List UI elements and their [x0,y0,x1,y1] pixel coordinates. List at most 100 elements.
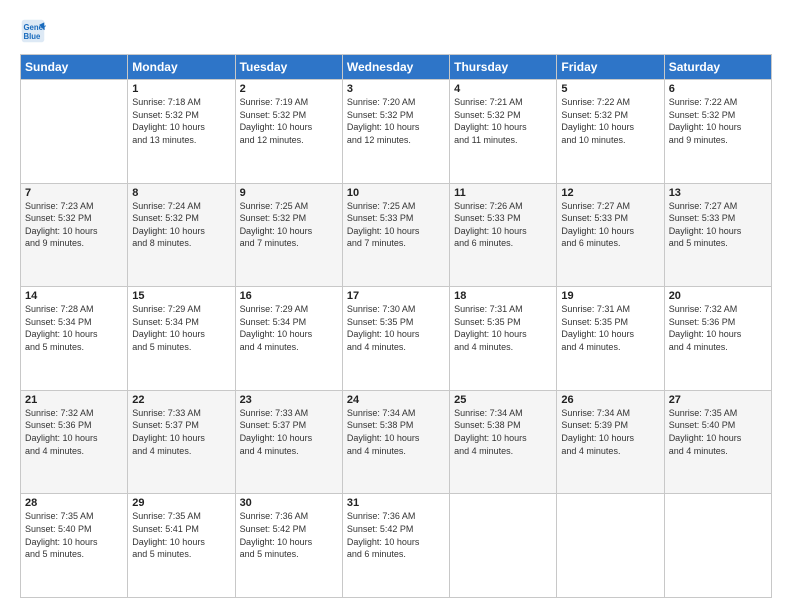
day-number: 15 [132,290,230,302]
day-info: Sunrise: 7:35 AM Sunset: 5:40 PM Dayligh… [25,510,123,560]
day-info: Sunrise: 7:31 AM Sunset: 5:35 PM Dayligh… [454,303,552,353]
weekday-header: Saturday [664,55,771,80]
day-number: 16 [240,290,338,302]
weekday-header: Wednesday [342,55,449,80]
calendar-cell: 24Sunrise: 7:34 AM Sunset: 5:38 PM Dayli… [342,390,449,494]
day-info: Sunrise: 7:29 AM Sunset: 5:34 PM Dayligh… [132,303,230,353]
day-info: Sunrise: 7:26 AM Sunset: 5:33 PM Dayligh… [454,200,552,250]
calendar-cell: 4Sunrise: 7:21 AM Sunset: 5:32 PM Daylig… [450,80,557,184]
calendar-cell: 3Sunrise: 7:20 AM Sunset: 5:32 PM Daylig… [342,80,449,184]
day-info: Sunrise: 7:34 AM Sunset: 5:39 PM Dayligh… [561,407,659,457]
day-info: Sunrise: 7:35 AM Sunset: 5:41 PM Dayligh… [132,510,230,560]
weekday-header: Friday [557,55,664,80]
calendar-cell: 19Sunrise: 7:31 AM Sunset: 5:35 PM Dayli… [557,287,664,391]
day-info: Sunrise: 7:35 AM Sunset: 5:40 PM Dayligh… [669,407,767,457]
calendar-cell: 18Sunrise: 7:31 AM Sunset: 5:35 PM Dayli… [450,287,557,391]
day-info: Sunrise: 7:21 AM Sunset: 5:32 PM Dayligh… [454,96,552,146]
day-number: 31 [347,497,445,509]
svg-text:Blue: Blue [23,32,41,41]
calendar-cell: 28Sunrise: 7:35 AM Sunset: 5:40 PM Dayli… [21,494,128,598]
day-info: Sunrise: 7:33 AM Sunset: 5:37 PM Dayligh… [132,407,230,457]
day-info: Sunrise: 7:32 AM Sunset: 5:36 PM Dayligh… [25,407,123,457]
day-number: 11 [454,187,552,199]
calendar-cell: 6Sunrise: 7:22 AM Sunset: 5:32 PM Daylig… [664,80,771,184]
day-number: 6 [669,83,767,95]
calendar-cell: 29Sunrise: 7:35 AM Sunset: 5:41 PM Dayli… [128,494,235,598]
day-info: Sunrise: 7:27 AM Sunset: 5:33 PM Dayligh… [561,200,659,250]
day-info: Sunrise: 7:25 AM Sunset: 5:32 PM Dayligh… [240,200,338,250]
day-info: Sunrise: 7:34 AM Sunset: 5:38 PM Dayligh… [347,407,445,457]
calendar-cell: 26Sunrise: 7:34 AM Sunset: 5:39 PM Dayli… [557,390,664,494]
day-number: 14 [25,290,123,302]
calendar-cell: 15Sunrise: 7:29 AM Sunset: 5:34 PM Dayli… [128,287,235,391]
day-info: Sunrise: 7:28 AM Sunset: 5:34 PM Dayligh… [25,303,123,353]
day-number: 8 [132,187,230,199]
calendar-cell: 5Sunrise: 7:22 AM Sunset: 5:32 PM Daylig… [557,80,664,184]
weekday-header: Tuesday [235,55,342,80]
day-info: Sunrise: 7:25 AM Sunset: 5:33 PM Dayligh… [347,200,445,250]
calendar-cell: 22Sunrise: 7:33 AM Sunset: 5:37 PM Dayli… [128,390,235,494]
day-number: 3 [347,83,445,95]
day-info: Sunrise: 7:32 AM Sunset: 5:36 PM Dayligh… [669,303,767,353]
day-number: 1 [132,83,230,95]
day-info: Sunrise: 7:27 AM Sunset: 5:33 PM Dayligh… [669,200,767,250]
day-number: 21 [25,394,123,406]
calendar-cell: 8Sunrise: 7:24 AM Sunset: 5:32 PM Daylig… [128,183,235,287]
day-info: Sunrise: 7:36 AM Sunset: 5:42 PM Dayligh… [347,510,445,560]
calendar-cell [450,494,557,598]
day-info: Sunrise: 7:34 AM Sunset: 5:38 PM Dayligh… [454,407,552,457]
calendar-cell [664,494,771,598]
calendar-cell: 12Sunrise: 7:27 AM Sunset: 5:33 PM Dayli… [557,183,664,287]
day-info: Sunrise: 7:19 AM Sunset: 5:32 PM Dayligh… [240,96,338,146]
calendar-cell: 11Sunrise: 7:26 AM Sunset: 5:33 PM Dayli… [450,183,557,287]
day-number: 18 [454,290,552,302]
day-info: Sunrise: 7:20 AM Sunset: 5:32 PM Dayligh… [347,96,445,146]
day-info: Sunrise: 7:22 AM Sunset: 5:32 PM Dayligh… [561,96,659,146]
day-number: 10 [347,187,445,199]
calendar-cell [557,494,664,598]
calendar-cell: 7Sunrise: 7:23 AM Sunset: 5:32 PM Daylig… [21,183,128,287]
day-number: 29 [132,497,230,509]
day-number: 24 [347,394,445,406]
calendar-cell: 23Sunrise: 7:33 AM Sunset: 5:37 PM Dayli… [235,390,342,494]
day-number: 2 [240,83,338,95]
day-number: 20 [669,290,767,302]
day-number: 19 [561,290,659,302]
weekday-header: Sunday [21,55,128,80]
day-number: 4 [454,83,552,95]
calendar-cell: 1Sunrise: 7:18 AM Sunset: 5:32 PM Daylig… [128,80,235,184]
day-number: 9 [240,187,338,199]
day-info: Sunrise: 7:31 AM Sunset: 5:35 PM Dayligh… [561,303,659,353]
calendar-cell: 27Sunrise: 7:35 AM Sunset: 5:40 PM Dayli… [664,390,771,494]
day-number: 28 [25,497,123,509]
calendar-cell: 30Sunrise: 7:36 AM Sunset: 5:42 PM Dayli… [235,494,342,598]
day-number: 26 [561,394,659,406]
day-info: Sunrise: 7:22 AM Sunset: 5:32 PM Dayligh… [669,96,767,146]
header: General Blue [20,18,772,44]
logo-icon: General Blue [20,18,46,44]
calendar-cell: 10Sunrise: 7:25 AM Sunset: 5:33 PM Dayli… [342,183,449,287]
day-info: Sunrise: 7:23 AM Sunset: 5:32 PM Dayligh… [25,200,123,250]
day-number: 27 [669,394,767,406]
calendar-cell: 21Sunrise: 7:32 AM Sunset: 5:36 PM Dayli… [21,390,128,494]
day-number: 23 [240,394,338,406]
calendar-cell: 31Sunrise: 7:36 AM Sunset: 5:42 PM Dayli… [342,494,449,598]
day-info: Sunrise: 7:29 AM Sunset: 5:34 PM Dayligh… [240,303,338,353]
calendar: SundayMondayTuesdayWednesdayThursdayFrid… [20,54,772,598]
day-info: Sunrise: 7:18 AM Sunset: 5:32 PM Dayligh… [132,96,230,146]
calendar-cell: 2Sunrise: 7:19 AM Sunset: 5:32 PM Daylig… [235,80,342,184]
day-number: 5 [561,83,659,95]
day-number: 7 [25,187,123,199]
calendar-cell: 14Sunrise: 7:28 AM Sunset: 5:34 PM Dayli… [21,287,128,391]
day-info: Sunrise: 7:30 AM Sunset: 5:35 PM Dayligh… [347,303,445,353]
day-number: 25 [454,394,552,406]
day-number: 12 [561,187,659,199]
day-info: Sunrise: 7:33 AM Sunset: 5:37 PM Dayligh… [240,407,338,457]
day-info: Sunrise: 7:24 AM Sunset: 5:32 PM Dayligh… [132,200,230,250]
calendar-cell [21,80,128,184]
weekday-header: Thursday [450,55,557,80]
calendar-cell: 20Sunrise: 7:32 AM Sunset: 5:36 PM Dayli… [664,287,771,391]
calendar-cell: 16Sunrise: 7:29 AM Sunset: 5:34 PM Dayli… [235,287,342,391]
logo: General Blue [20,18,50,44]
calendar-cell: 25Sunrise: 7:34 AM Sunset: 5:38 PM Dayli… [450,390,557,494]
